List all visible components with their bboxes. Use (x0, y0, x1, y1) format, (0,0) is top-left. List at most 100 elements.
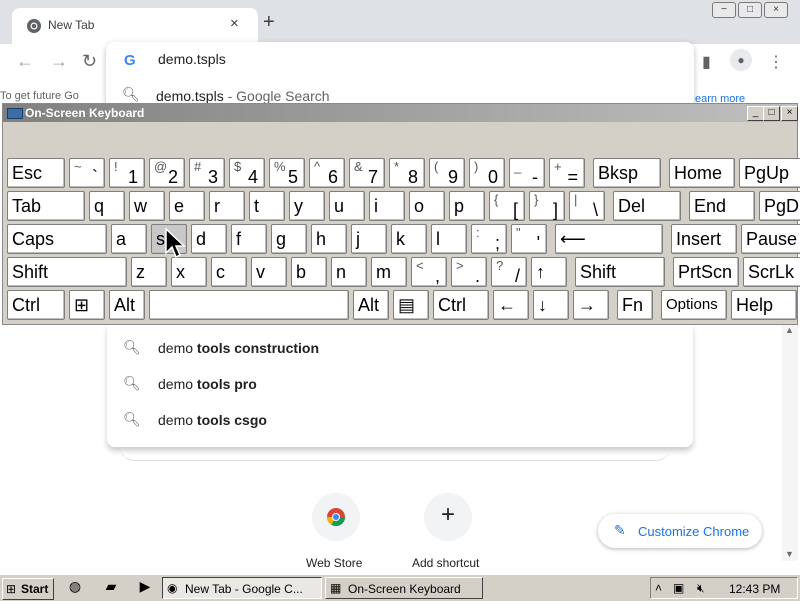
new-tab-button[interactable]: + (263, 12, 275, 32)
key-7[interactable]: & 7 (349, 158, 385, 188)
key-lbracket[interactable]: {[ (489, 191, 525, 221)
key-caps[interactable]: Caps (7, 224, 107, 254)
key-5[interactable]: % 5 (269, 158, 305, 188)
key-e[interactable]: e (169, 191, 205, 221)
page-scrollbar[interactable]: ▲ ▼ (782, 323, 798, 561)
key-m[interactable]: m (371, 257, 407, 287)
osk-close-button[interactable]: × (781, 106, 798, 121)
key-space[interactable] (149, 290, 349, 320)
address-input[interactable] (156, 50, 560, 68)
network-icon[interactable]: ▣ (673, 581, 684, 595)
key-1[interactable]: ! 1 (109, 158, 145, 188)
key-i[interactable]: i (369, 191, 405, 221)
key-a[interactable]: a (111, 224, 147, 254)
key-enter[interactable]: ⟵ (555, 224, 663, 254)
osk-minimize-button[interactable]: _ (747, 106, 764, 121)
folder-icon[interactable]: ▰ (102, 578, 120, 596)
shortcut-web-store[interactable] (312, 493, 360, 541)
key-x[interactable]: x (171, 257, 207, 287)
tab-close-icon[interactable]: × (230, 15, 239, 32)
key-0[interactable]: ) 0 (469, 158, 505, 188)
key-f[interactable]: f (231, 224, 267, 254)
key-backtick[interactable]: ~ ` (69, 158, 105, 188)
key-right[interactable]: → (573, 290, 609, 320)
key-pgup[interactable]: PgUp (739, 158, 800, 188)
key-w[interactable]: w (129, 191, 165, 221)
key-v[interactable]: v (251, 257, 287, 287)
key-rbracket[interactable]: }] (529, 191, 565, 221)
close-button[interactable]: × (764, 2, 788, 18)
key-alt-left[interactable]: Alt (109, 290, 145, 320)
key-q[interactable]: q (89, 191, 125, 221)
key-insert[interactable]: Insert (671, 224, 737, 254)
key-ctrl-right[interactable]: Ctrl (433, 290, 489, 320)
key-comma[interactable]: <, (411, 257, 447, 287)
forward-icon[interactable]: → (50, 51, 68, 72)
task-chrome[interactable]: ◉ New Tab - Google C... (162, 577, 322, 599)
key-o[interactable]: o (409, 191, 445, 221)
chevron-up-icon[interactable]: ˄ (655, 581, 662, 595)
key-shift-right[interactable]: Shift (575, 257, 665, 287)
key-semicolon[interactable]: :; (471, 224, 507, 254)
key-r[interactable]: r (209, 191, 245, 221)
media-player-icon[interactable]: ▶ (136, 578, 154, 596)
key-esc[interactable]: Esc (7, 158, 65, 188)
key-home[interactable]: Home (669, 158, 735, 188)
key-4[interactable]: $4 (229, 158, 265, 188)
key-menu[interactable]: ▤ (393, 290, 429, 320)
key-z[interactable]: z (131, 257, 167, 287)
key-quote[interactable]: " ' (511, 224, 547, 254)
key-end[interactable]: End (689, 191, 755, 221)
key-down[interactable]: ↓ (533, 290, 569, 320)
key-shift-left[interactable]: Shift (7, 257, 127, 287)
suggestion-item[interactable]: 🔍︎ demo tools csgo (107, 403, 693, 439)
scroll-up-icon[interactable]: ▲ (785, 325, 794, 335)
key-9[interactable]: (9 (429, 158, 465, 188)
internet-explorer-icon[interactable]: ◍ (66, 578, 84, 596)
add-shortcut-button[interactable]: + (424, 493, 472, 541)
key-fn[interactable]: Fn (617, 290, 653, 320)
key-pause[interactable]: Pause (741, 224, 800, 254)
key-tab[interactable]: Tab (7, 191, 85, 221)
key-prtscn[interactable]: PrtScn (673, 257, 739, 287)
volume-muted-icon[interactable]: 🔇︎ (697, 581, 705, 596)
key-3[interactable]: #3 (189, 158, 225, 188)
key-k[interactable]: k (391, 224, 427, 254)
osk-maximize-button[interactable]: □ (763, 106, 780, 121)
osk-title-bar[interactable]: On-Screen Keyboard _ □ × (3, 104, 798, 122)
key-backslash[interactable]: | \ (569, 191, 605, 221)
start-button[interactable]: ⊞ Start (2, 578, 54, 600)
key-equals[interactable]: + = (549, 158, 585, 188)
key-backspace[interactable]: Bksp (593, 158, 661, 188)
customize-chrome-button[interactable]: ✎ Customize Chrome (598, 514, 762, 548)
key-period[interactable]: >. (451, 257, 487, 287)
key-2[interactable]: @2 (149, 158, 185, 188)
key-g[interactable]: g (271, 224, 307, 254)
key-win[interactable]: ⊞ (69, 290, 105, 320)
key-alt-right[interactable]: Alt (353, 290, 389, 320)
key-h[interactable]: h (311, 224, 347, 254)
key-y[interactable]: y (289, 191, 325, 221)
key-n[interactable]: n (331, 257, 367, 287)
key-help[interactable]: Help (731, 290, 797, 320)
maximize-button[interactable]: □ (738, 2, 762, 18)
key-up[interactable]: ↑ (531, 257, 567, 287)
profile-icon[interactable]: ● (730, 49, 752, 71)
key-p[interactable]: p (449, 191, 485, 221)
minimize-button[interactable]: − (712, 2, 736, 18)
omnibox-suggestion[interactable]: demo.tspls - Google Search (156, 88, 330, 104)
suggestion-item[interactable]: 🔍︎ demo tools pro (107, 367, 693, 403)
scroll-down-icon[interactable]: ▼ (785, 549, 794, 559)
key-scrlk[interactable]: ScrLk (743, 257, 800, 287)
key-c[interactable]: c (211, 257, 247, 287)
key-slash[interactable]: ? / (491, 257, 527, 287)
suggestion-item[interactable]: 🔍︎ demo tools construction (107, 331, 693, 367)
task-on-screen-keyboard[interactable]: ▦ On-Screen Keyboard (325, 577, 483, 599)
key-d[interactable]: d (191, 224, 227, 254)
back-icon[interactable]: ← (16, 51, 34, 72)
key-options[interactable]: Options (661, 290, 727, 320)
key-del[interactable]: Del (613, 191, 681, 221)
key-b[interactable]: b (291, 257, 327, 287)
menu-icon[interactable]: ⋮ (768, 52, 784, 72)
reload-icon[interactable]: ↻ (82, 51, 97, 72)
